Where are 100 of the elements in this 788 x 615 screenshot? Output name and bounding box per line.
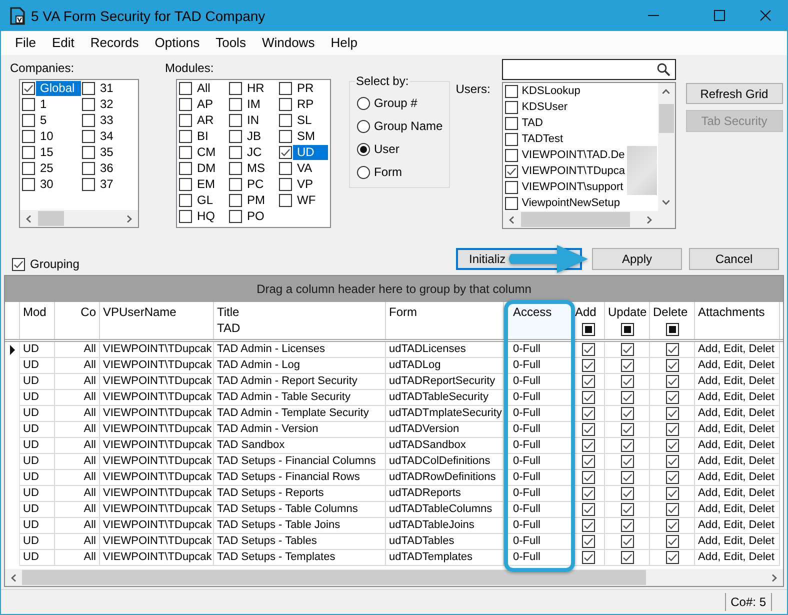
scrollbar[interactable] — [20, 210, 138, 227]
checkbox[interactable] — [620, 503, 634, 516]
checkbox[interactable] — [582, 391, 594, 404]
checkbox[interactable] — [504, 180, 518, 194]
scroll-thumb[interactable] — [22, 570, 646, 585]
module-item[interactable]: IN — [243, 112, 263, 128]
module-item[interactable]: UD — [293, 144, 328, 160]
checkbox[interactable] — [179, 178, 192, 190]
module-item[interactable]: EM — [193, 176, 219, 192]
column-header[interactable]: Attachments — [695, 302, 780, 339]
column-header[interactable]: Add — [572, 302, 605, 339]
checkbox[interactable] — [504, 84, 518, 98]
checkbox[interactable] — [666, 471, 678, 484]
checkbox[interactable] — [582, 519, 594, 532]
company-item[interactable]: Global — [36, 80, 81, 96]
checkbox[interactable] — [666, 391, 678, 404]
company-item[interactable]: 33 — [96, 112, 118, 128]
menu-item[interactable]: Windows — [254, 33, 323, 53]
checkbox[interactable] — [229, 194, 242, 206]
checkbox[interactable] — [666, 343, 678, 356]
menu-item[interactable]: Edit — [44, 33, 82, 53]
checkbox[interactable] — [82, 98, 95, 110]
checkbox[interactable] — [229, 178, 242, 190]
checkbox[interactable] — [504, 148, 518, 162]
checkbox[interactable] — [582, 471, 594, 484]
checkbox[interactable] — [620, 375, 634, 388]
checkbox[interactable] — [82, 146, 95, 158]
column-header[interactable]: Delete — [650, 302, 695, 339]
module-item[interactable]: SL — [293, 112, 316, 128]
radio-button[interactable] — [357, 96, 370, 110]
checkbox[interactable] — [82, 162, 95, 174]
module-item[interactable]: WF — [293, 192, 320, 208]
chevron-right-icon[interactable] — [646, 216, 652, 224]
module-item[interactable]: PM — [243, 192, 269, 208]
company-item[interactable]: 34 — [96, 128, 118, 144]
checkbox[interactable] — [179, 82, 192, 94]
checkbox[interactable] — [582, 407, 594, 420]
apply-button[interactable]: Apply — [592, 248, 682, 270]
checkbox[interactable] — [179, 114, 192, 126]
checkbox[interactable] — [22, 114, 35, 126]
user-item[interactable]: KDSLookup — [520, 84, 582, 98]
checkbox[interactable] — [666, 375, 678, 388]
chevron-left-icon[interactable] — [508, 216, 514, 224]
chevron-down-icon[interactable] — [662, 200, 670, 205]
module-item[interactable]: AR — [193, 112, 218, 128]
menu-item[interactable]: File — [7, 33, 44, 53]
checkbox[interactable] — [620, 535, 634, 548]
radio-label[interactable]: User — [374, 142, 400, 156]
checkbox[interactable] — [582, 455, 594, 468]
checkbox[interactable] — [666, 519, 678, 532]
radio-label[interactable]: Group Name — [374, 119, 443, 133]
module-item[interactable]: PC — [243, 176, 268, 192]
radio-label[interactable]: Group # — [374, 96, 418, 110]
checkbox[interactable] — [179, 130, 192, 142]
scroll-thumb[interactable] — [658, 104, 674, 133]
checkbox[interactable] — [666, 423, 678, 436]
scrollbar[interactable] — [658, 83, 675, 211]
user-item[interactable]: ViewpointNewSetup — [520, 196, 622, 210]
checkbox[interactable] — [279, 82, 292, 94]
checkbox[interactable] — [82, 82, 95, 94]
checkbox[interactable] — [229, 162, 242, 174]
checkbox[interactable] — [620, 519, 634, 532]
checkbox[interactable] — [179, 146, 192, 158]
user-item[interactable]: VIEWPOINT\support — [520, 180, 626, 194]
checkbox[interactable] — [279, 130, 292, 142]
checkbox[interactable] — [504, 164, 518, 178]
checkbox[interactable] — [504, 132, 518, 146]
module-item[interactable]: VA — [293, 160, 316, 176]
checkbox[interactable] — [82, 114, 95, 126]
checkbox[interactable] — [279, 114, 292, 126]
checkbox[interactable] — [582, 439, 594, 452]
checkbox[interactable] — [582, 323, 594, 336]
checkbox[interactable] — [229, 114, 242, 126]
chevron-left-icon[interactable] — [11, 574, 16, 582]
checkbox[interactable] — [666, 535, 678, 548]
checkbox[interactable] — [82, 130, 95, 142]
chevron-right-icon[interactable] — [772, 574, 777, 582]
checkbox[interactable] — [582, 343, 594, 356]
checkbox[interactable] — [82, 178, 95, 190]
menu-item[interactable]: Tools — [208, 33, 254, 53]
column-header[interactable]: Mod — [20, 302, 55, 339]
company-item[interactable]: 31 — [96, 80, 118, 96]
checkbox[interactable] — [12, 258, 25, 270]
checkbox[interactable] — [620, 407, 634, 420]
company-item[interactable]: 35 — [96, 144, 118, 160]
checkbox[interactable] — [620, 439, 634, 452]
checkbox[interactable] — [22, 82, 35, 94]
checkbox[interactable] — [22, 146, 35, 158]
checkbox[interactable] — [179, 162, 192, 174]
menu-item[interactable]: Options — [146, 33, 208, 53]
chevron-up-icon[interactable] — [662, 89, 670, 94]
checkbox[interactable] — [279, 146, 292, 158]
company-item[interactable]: 25 — [36, 160, 58, 176]
checkbox[interactable] — [620, 423, 634, 436]
checkbox[interactable] — [179, 98, 192, 110]
checkbox[interactable] — [582, 487, 594, 500]
checkbox[interactable] — [229, 98, 242, 110]
user-item[interactable]: VIEWPOINT\TAD.De — [520, 148, 627, 162]
checkbox[interactable] — [22, 178, 35, 190]
company-item[interactable]: 5 — [36, 112, 51, 128]
